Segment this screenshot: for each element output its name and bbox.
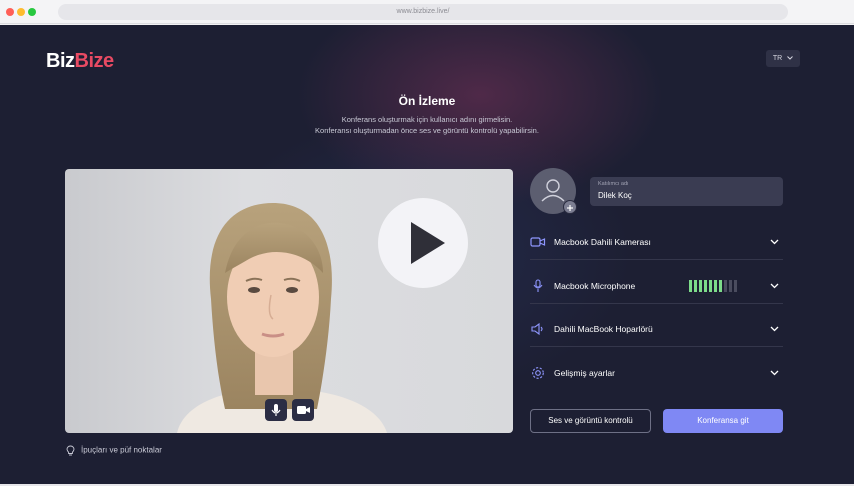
mic-level-bar [724, 280, 727, 292]
microphone-label: Macbook Microphone [554, 281, 636, 291]
logo: BizBize [46, 50, 114, 72]
add-photo-button[interactable] [563, 200, 577, 214]
mic-level-bar [689, 280, 692, 292]
mic-level-bar [734, 280, 737, 292]
advanced-settings[interactable]: Gelişmiş ayarlar [530, 355, 783, 391]
mic-level-bar [704, 280, 707, 292]
camera-select[interactable]: Macbook Dahili Kamerası [530, 224, 783, 260]
camera-label: Macbook Dahili Kamerası [554, 237, 651, 247]
microphone-level-meter [689, 279, 739, 292]
mic-level-bar [694, 280, 697, 292]
camera-icon [530, 237, 546, 247]
microphone-icon [271, 404, 281, 416]
participant-name-label: Katılımcı adı [598, 181, 629, 187]
app-page: BizBize TR Ön İzleme Konferans oluşturma… [0, 25, 854, 484]
microphone-icon [533, 279, 543, 292]
toggle-camera-button[interactable] [292, 399, 314, 421]
video-camera-icon [297, 406, 310, 414]
join-conference-button[interactable]: Konferansa git [663, 409, 783, 433]
lightbulb-icon [66, 445, 75, 456]
chevron-down-icon [770, 283, 779, 289]
mic-level-bar [699, 280, 702, 292]
advanced-settings-label: Gelişmiş ayarlar [554, 368, 615, 378]
mic-level-bar [719, 280, 722, 292]
chevron-down-icon [770, 239, 779, 245]
page-title: Ön İzleme [398, 94, 456, 108]
toggle-microphone-button[interactable] [265, 399, 287, 421]
participant-name-input[interactable]: Katılımcı adı Dilek Koç [590, 177, 783, 206]
speaker-icon [531, 322, 543, 336]
subtitle-line-1: Konferans oluşturmak için kullanıcı adın… [341, 115, 513, 124]
chevron-down-icon [787, 56, 793, 60]
mic-level-bar [729, 280, 732, 292]
language-selector[interactable]: TR [766, 50, 800, 67]
address-bar[interactable]: www.bizbize.live/ [58, 4, 788, 20]
play-button[interactable] [378, 198, 468, 288]
speaker-label: Dahili MacBook Hoparlörü [554, 324, 653, 334]
browser-window: www.bizbize.live/ BizBize TR Ön İzleme K… [0, 0, 854, 486]
chevron-down-icon [770, 370, 779, 376]
subtitle-line-2: Konferansı oluşturmadan önce ses ve görü… [315, 126, 539, 135]
tips-link[interactable]: İpuçları ve püf noktalar [66, 445, 162, 456]
plus-icon [567, 205, 573, 211]
participant-name-value: Dilek Koç [598, 191, 632, 200]
mic-level-bar [714, 280, 717, 292]
audio-video-check-button[interactable]: Ses ve görüntü kontrolü [530, 409, 651, 433]
minimize-window-icon[interactable] [17, 8, 25, 16]
chevron-down-icon [770, 326, 779, 332]
play-icon [411, 222, 445, 264]
speaker-select[interactable]: Dahili MacBook Hoparlörü [530, 311, 783, 347]
maximize-window-icon[interactable] [28, 8, 36, 16]
browser-toolbar: www.bizbize.live/ [0, 0, 854, 24]
microphone-select[interactable]: Macbook Microphone [530, 268, 783, 304]
mic-level-bar [709, 280, 712, 292]
gear-icon [532, 367, 544, 379]
close-window-icon[interactable] [6, 8, 14, 16]
